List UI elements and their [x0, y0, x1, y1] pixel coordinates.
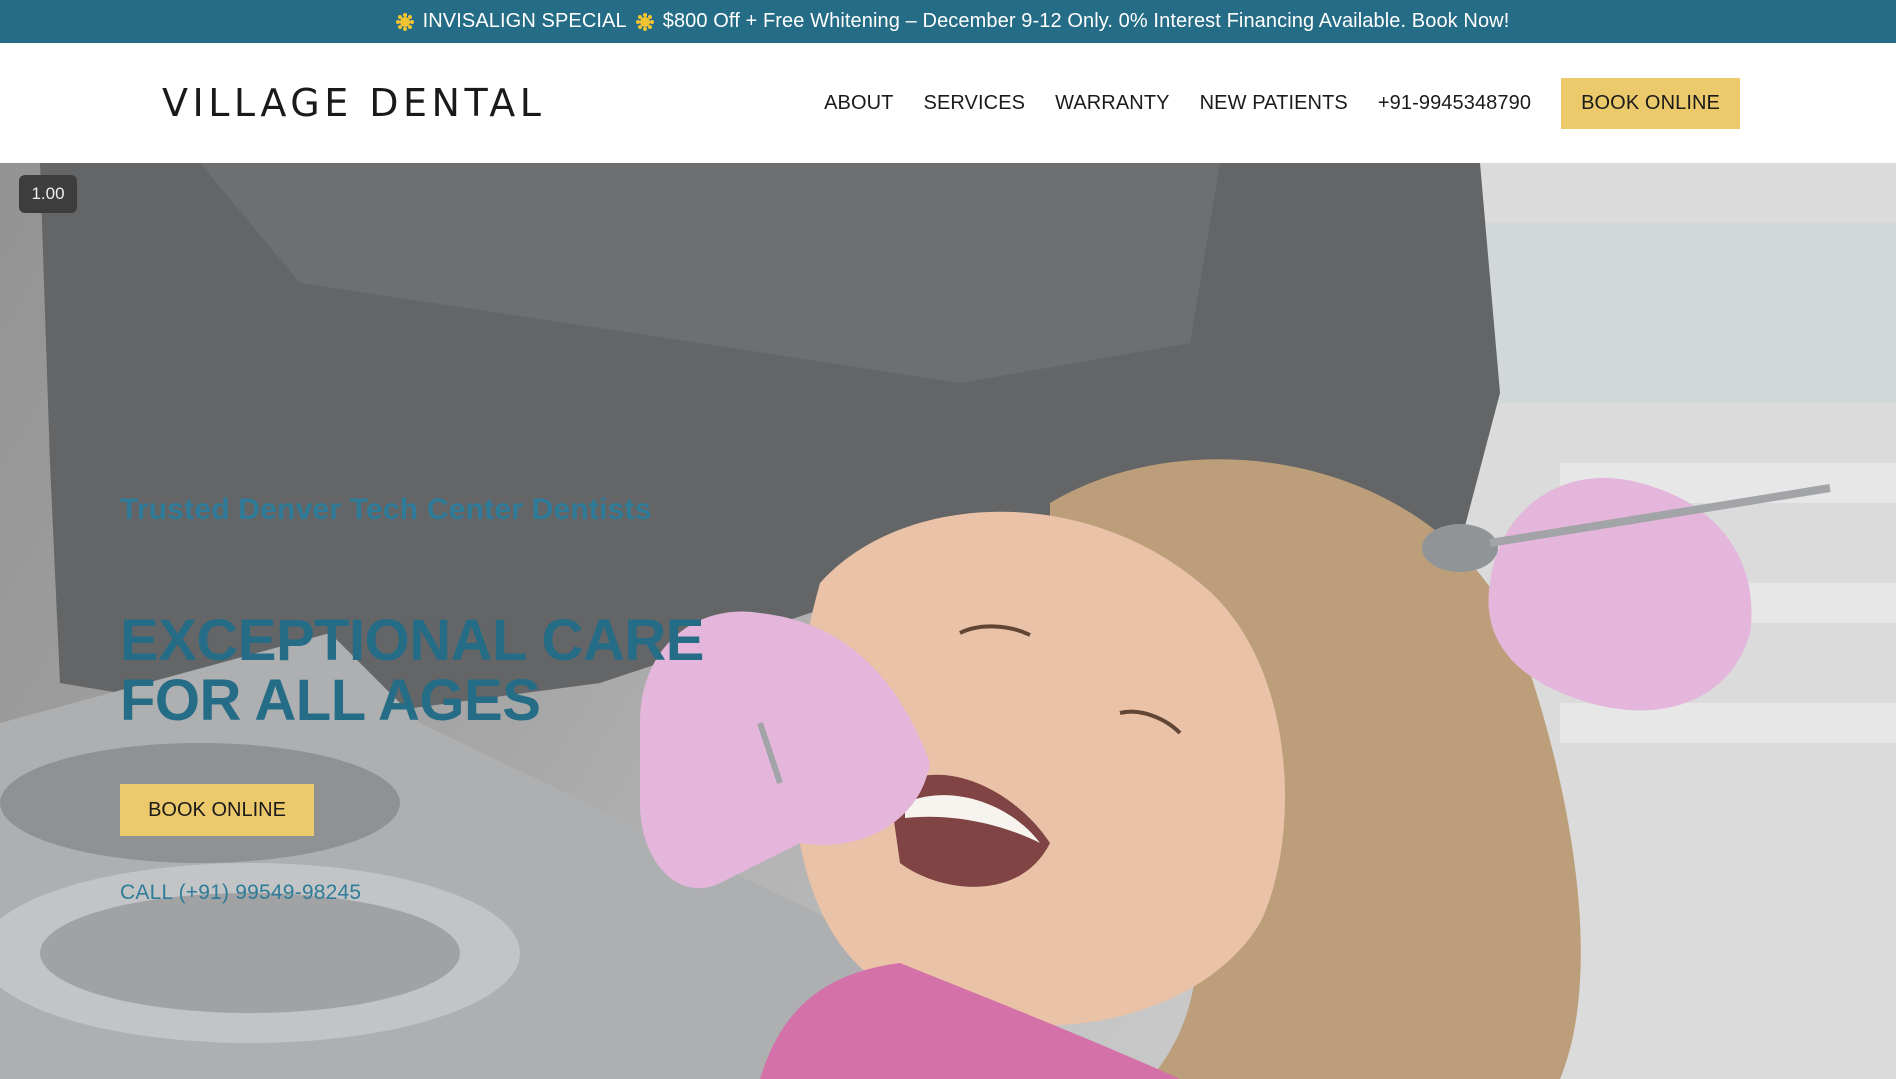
site-header: VILLAGE DENTAL ABOUT SERVICES WARRANTY N… — [0, 43, 1896, 163]
nav-phone-link[interactable]: +91-9945348790 — [1378, 92, 1531, 115]
hero-book-online-button[interactable]: BOOK ONLINE — [120, 784, 314, 836]
hero-title: EXCEPTIONAL CARE FOR ALL AGES — [120, 608, 704, 733]
sun-icon — [395, 12, 415, 32]
nav-about[interactable]: ABOUT — [824, 92, 893, 115]
logo[interactable]: VILLAGE DENTAL — [162, 81, 545, 125]
hero-subtitle: Trusted Denver Tech Center Dentists — [120, 493, 652, 526]
announcement-bar[interactable]: INVISALIGN SPECIAL $800 Off + Free White… — [0, 0, 1896, 43]
nav-new-patients[interactable]: NEW PATIENTS — [1200, 92, 1348, 115]
announcement-label: INVISALIGN SPECIAL — [422, 10, 627, 32]
book-online-button[interactable]: BOOK ONLINE — [1561, 77, 1740, 129]
sun-icon — [635, 12, 655, 32]
main-nav: ABOUT SERVICES WARRANTY NEW PATIENTS +91… — [824, 43, 1740, 163]
hero-call-link[interactable]: CALL (+91) 99549-98245 — [120, 881, 361, 905]
nav-services[interactable]: SERVICES — [924, 92, 1026, 115]
playback-speed-badge[interactable]: 1.00 — [19, 175, 77, 213]
announcement-text: $800 Off + Free Whitening – December 9-1… — [662, 10, 1510, 32]
hero-section: 1.00 Trusted Denver Tech Center Dentists… — [0, 163, 1896, 1079]
nav-warranty[interactable]: WARRANTY — [1055, 92, 1170, 115]
